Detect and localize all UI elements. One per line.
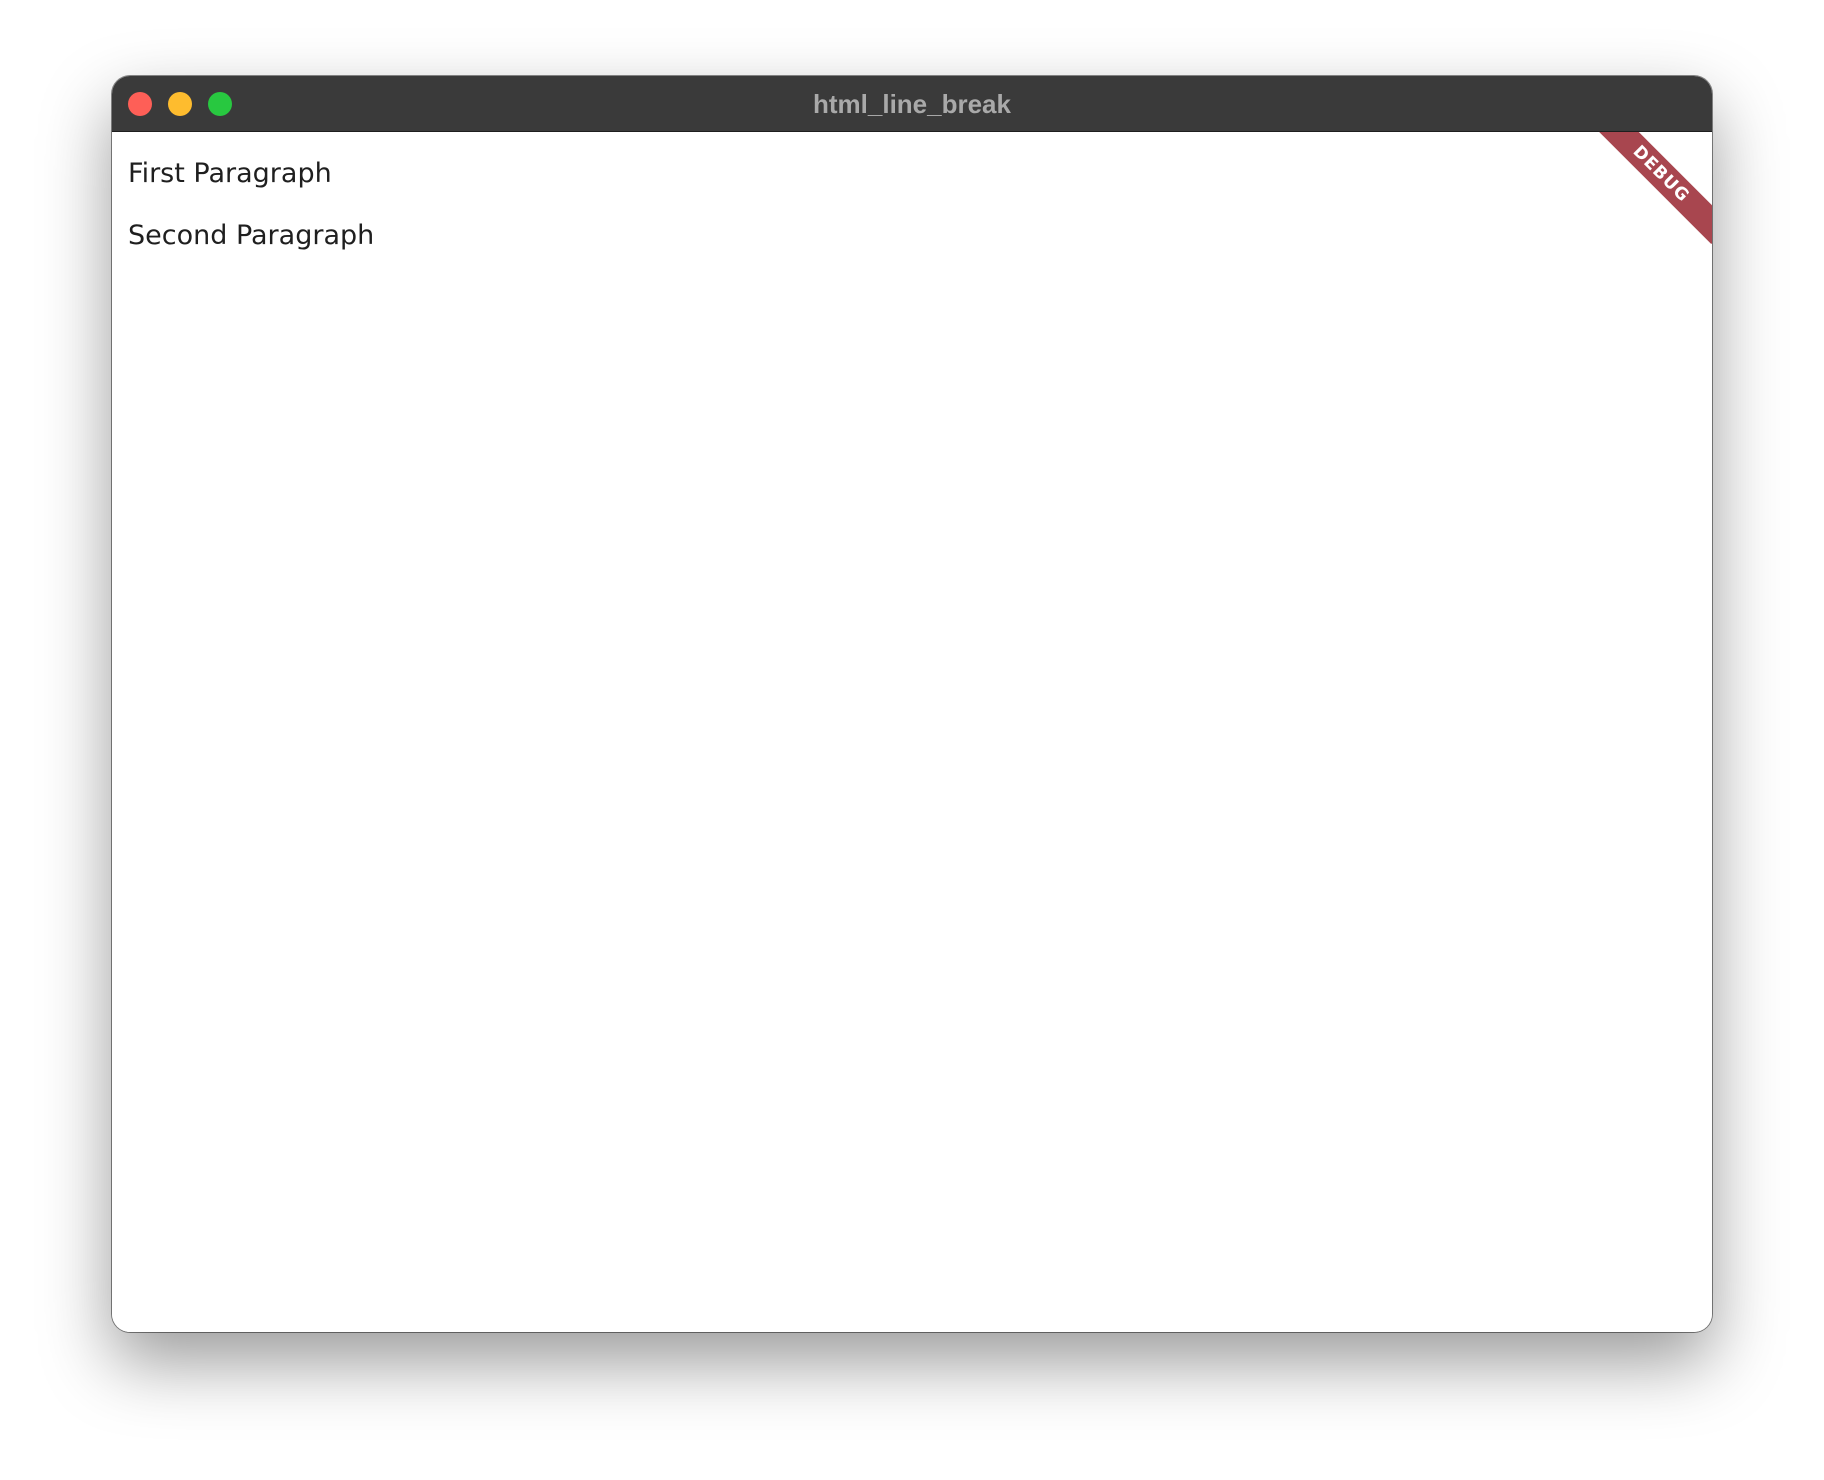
first-paragraph: First Paragraph [128, 158, 332, 189]
debug-banner-label: DEBUG [1592, 132, 1712, 245]
window-title: html_line_break [813, 89, 1011, 119]
app-window: html_line_break First Paragraph Second P… [112, 76, 1712, 1332]
second-paragraph: Second Paragraph [128, 220, 375, 251]
content-area: First Paragraph Second Paragraph [112, 132, 1712, 1332]
debug-banner: DEBUG [1592, 132, 1712, 252]
title-bar[interactable]: html_line_break [112, 76, 1712, 132]
